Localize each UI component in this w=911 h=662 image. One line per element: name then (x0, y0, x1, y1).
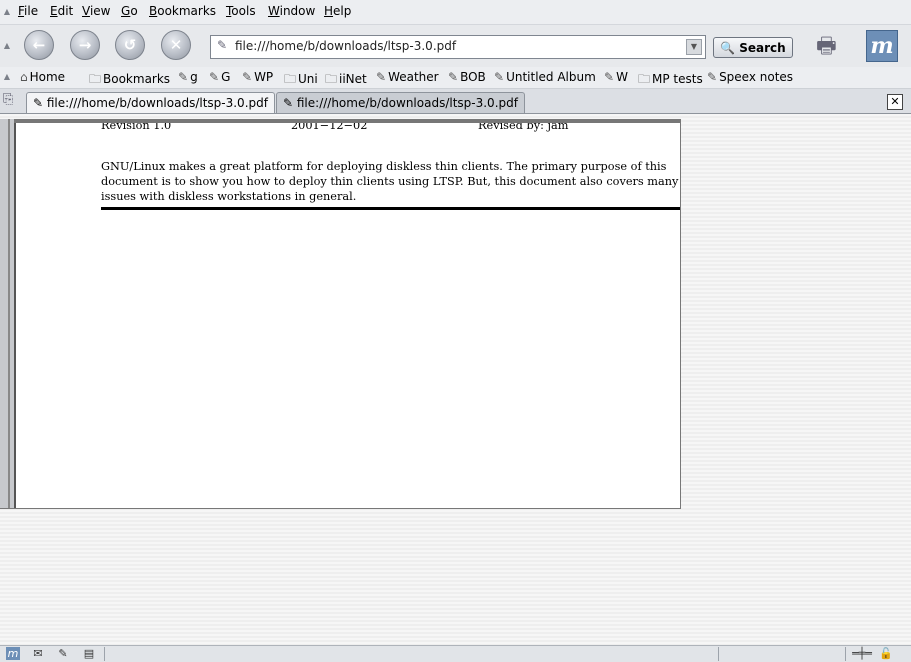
reload-button[interactable]: ↺ (115, 30, 145, 60)
page-file-icon: ✎ (217, 38, 228, 52)
bookmark-icon: ✎ (209, 70, 220, 84)
page-file-icon: ✎ (33, 96, 47, 110)
url-text[interactable]: file:///home/b/downloads/ltsp-3.0.pdf (235, 39, 456, 53)
forward-button[interactable]: → (70, 30, 100, 60)
page-file-icon: ✎ (283, 96, 297, 110)
connection-icon[interactable]: ═╪═ (851, 647, 873, 660)
mail-icon[interactable]: ✉ (31, 647, 45, 660)
bookmark-untitled-album[interactable]: ✎ Untitled Album (494, 70, 596, 84)
pdf-viewer[interactable]: Revision 1.0 2001−12−02 Revised by: jam … (0, 119, 681, 509)
bookmark-weather[interactable]: ✎ Weather (376, 70, 439, 84)
bookmark-icon: ✎ (376, 70, 387, 84)
bookmark-folder-mp-tests[interactable]: 🗀 MP tests (638, 70, 703, 91)
address-book-icon[interactable]: ▤ (82, 647, 96, 660)
url-bar[interactable]: ✎ file:///home/b/downloads/ltsp-3.0.pdf … (210, 35, 706, 59)
folder-icon: 🗀 (325, 72, 338, 86)
bookmark-bob[interactable]: ✎ BOB (448, 70, 486, 84)
chevron-down-icon[interactable]: ▼ (686, 39, 702, 55)
bookmark-G[interactable]: ✎ G (209, 70, 230, 84)
status-separator (718, 647, 719, 661)
bookmark-group-icon: ✎ (494, 70, 505, 84)
menu-edit[interactable]: Edit (50, 4, 73, 18)
reload-icon: ↺ (123, 36, 137, 54)
bookmark-icon: ✎ (448, 70, 459, 84)
pdf-abstract: GNU/Linux makes a great platform for dep… (101, 160, 679, 203)
bookmark-icon: ✎ (178, 70, 189, 84)
content-area: Revision 1.0 2001−12−02 Revised by: jam … (0, 114, 911, 645)
print-icon[interactable]: 🖶 (816, 29, 856, 59)
security-lock-icon[interactable]: 🔓 (879, 647, 893, 660)
tab-2[interactable]: ✎ file:///home/b/downloads/ltsp-3.0.pdf (276, 92, 525, 113)
bookmark-home[interactable]: ⌂ Home (20, 70, 65, 84)
menu-window[interactable]: Window (268, 4, 315, 18)
navigation-toolbar: ▲ ← → ↺ ✕ ✎ file:///home/b/downloads/lts… (0, 25, 911, 68)
navbar-grip-icon[interactable]: ▲ (2, 37, 12, 55)
menu-bar: ▲ File Edit View Go Bookmarks Tools Wind… (0, 0, 911, 25)
magnifier-icon: 🔍 (720, 40, 736, 55)
bookmark-folder-iinet[interactable]: 🗀 iiNet (325, 70, 367, 91)
bookmark-g[interactable]: ✎ g (178, 70, 198, 84)
menu-help[interactable]: Help (324, 4, 351, 18)
mozilla-logo[interactable]: m (866, 30, 898, 62)
folder-icon: 🗀 (284, 72, 297, 86)
bookmark-w[interactable]: ✎ W (604, 70, 628, 84)
menubar-grip-icon[interactable]: ▲ (2, 3, 12, 21)
bookmarks-toolbar: ▲ ⌂ Home 🗀 Bookmarks ✎ g ✎ G ✎ WP 🗀 Uni 🗀 iiNet… (0, 67, 911, 89)
stop-button[interactable]: ✕ (161, 30, 191, 60)
menu-view[interactable]: View (82, 4, 110, 18)
arrow-left-icon: ← (32, 36, 46, 54)
composer-icon[interactable]: ✎ (56, 647, 70, 660)
menu-tools[interactable]: Tools (226, 4, 256, 18)
stop-icon: ✕ (169, 36, 183, 54)
status-bar: m ✉ ✎ ▤ ═╪═ 🔓 (0, 645, 911, 662)
bookmarks-grip-icon[interactable]: ▲ (2, 68, 12, 86)
menu-file[interactable]: File (18, 4, 38, 18)
arrow-right-icon: → (78, 36, 92, 54)
status-separator (845, 647, 846, 661)
pdf-left-border (0, 119, 16, 508)
mozilla-m-icon[interactable]: m (6, 647, 20, 660)
status-separator (104, 647, 105, 661)
bookmark-folder-uni[interactable]: 🗀 Uni (284, 70, 318, 91)
bookmark-group-icon: ✎ (707, 70, 718, 84)
tab-bar: ⎘ ✎ file:///home/b/downloads/ltsp-3.0.pd… (0, 89, 911, 114)
pdf-top-border (14, 119, 680, 123)
new-tab-icon[interactable]: ⎘ (3, 92, 21, 110)
bookmark-wp[interactable]: ✎ WP (242, 70, 273, 84)
bookmark-folder-bookmarks[interactable]: 🗀 Bookmarks (89, 70, 170, 91)
back-button[interactable]: ← (24, 30, 54, 60)
close-tab-icon[interactable]: ✕ (887, 94, 903, 110)
bookmark-speex-notes[interactable]: ✎ Speex notes (707, 70, 793, 84)
tab-1[interactable]: ✎ file:///home/b/downloads/ltsp-3.0.pdf (26, 92, 275, 113)
pdf-horizontal-rule (101, 207, 680, 210)
menu-bookmarks[interactable]: Bookmarks (149, 4, 216, 18)
bookmark-icon: ✎ (242, 70, 253, 84)
home-icon: ⌂ (20, 70, 28, 84)
menu-go[interactable]: Go (121, 4, 138, 18)
folder-icon: 🗀 (89, 72, 102, 86)
bookmark-icon: ✎ (604, 70, 615, 84)
search-button[interactable]: 🔍 Search (713, 37, 793, 58)
folder-icon: 🗀 (638, 72, 651, 86)
